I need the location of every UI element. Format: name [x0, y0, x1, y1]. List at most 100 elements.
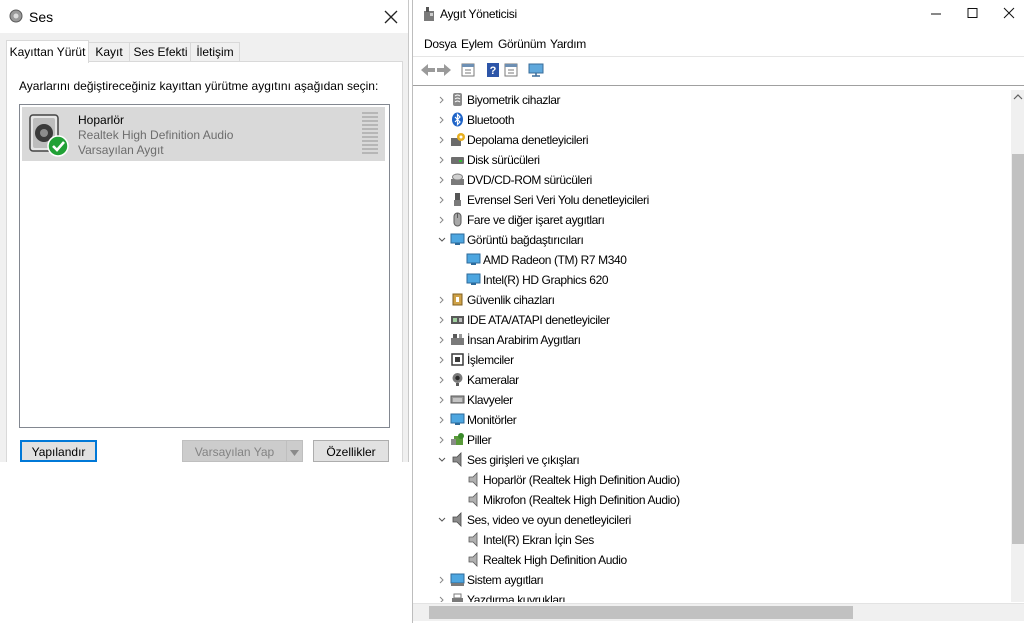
tree-device[interactable]: Realtek High Definition Audio	[413, 550, 1003, 570]
chevron-right-icon[interactable]	[437, 334, 447, 346]
horizontal-scroll-thumb[interactable]	[429, 606, 853, 619]
display-adapter-icon	[450, 233, 465, 245]
configure-button[interactable]: Yapılandır	[20, 440, 97, 462]
processor-icon	[451, 353, 464, 366]
playback-device-list[interactable]: Hoparlör Realtek High Definition Audio V…	[19, 104, 390, 428]
speaker-icon	[468, 472, 478, 487]
tree-category[interactable]: Sistem aygıtları	[413, 570, 1003, 590]
device-manager-title: Aygıt Yöneticisi	[440, 7, 517, 21]
chevron-down-icon[interactable]	[437, 514, 447, 526]
fingerprint-icon	[453, 93, 462, 106]
horizontal-scrollbar[interactable]	[413, 603, 1024, 621]
chevron-down-icon[interactable]	[437, 454, 447, 466]
tree-item-label: Depolama denetleyicileri	[467, 133, 589, 147]
tree-item-label: DVD/CD-ROM sürücüleri	[467, 173, 592, 187]
tree-item-label: İnsan Arabirim Aygıtları	[467, 333, 581, 347]
close-icon[interactable]	[380, 6, 402, 28]
chevron-right-icon[interactable]	[437, 174, 447, 186]
tree-category[interactable]: Biyometrik cihazlar	[413, 90, 1003, 110]
menu-action[interactable]: Eylem	[461, 37, 493, 51]
system-device-icon	[450, 573, 465, 586]
vertical-scroll-thumb[interactable]	[1012, 154, 1024, 544]
security-device-icon	[452, 293, 463, 306]
scroll-up-icon[interactable]	[1011, 90, 1024, 104]
device-item-speaker[interactable]: Hoparlör Realtek High Definition Audio V…	[22, 107, 385, 161]
tree-category[interactable]: İnsan Arabirim Aygıtları	[413, 330, 1003, 350]
chevron-right-icon[interactable]	[437, 574, 447, 586]
chevron-right-icon[interactable]	[437, 374, 447, 386]
maximize-icon[interactable]	[953, 0, 993, 30]
tab-recording[interactable]: Kayıt	[87, 42, 131, 62]
chevron-right-icon[interactable]	[437, 114, 447, 126]
chevron-right-icon[interactable]	[437, 94, 447, 106]
update-driver-icon[interactable]	[502, 61, 520, 79]
hid-icon	[451, 334, 464, 345]
tree-device[interactable]: Intel(R) HD Graphics 620	[413, 270, 1003, 290]
tree-category[interactable]: IDE ATA/ATAPI denetleyiciler	[413, 310, 1003, 330]
menu-view[interactable]: Görünüm	[498, 37, 546, 51]
tree-item-label: Intel(R) HD Graphics 620	[483, 273, 609, 287]
tree-device[interactable]: AMD Radeon (TM) R7 M340	[413, 250, 1003, 270]
set-default-button[interactable]: Varsayılan Yap	[182, 440, 286, 462]
tree-category[interactable]: Klavyeler	[413, 390, 1003, 410]
tree-item-label: Biyometrik cihazlar	[467, 93, 561, 107]
tab-label: Ses Efekti	[133, 45, 188, 59]
tree-item-label: Ses, video ve oyun denetleyicileri	[467, 513, 631, 527]
tree-device[interactable]: Mikrofon (Realtek High Definition Audio)	[413, 490, 1003, 510]
tree-item-label: Kameralar	[467, 373, 519, 387]
vertical-scrollbar[interactable]	[1011, 90, 1024, 602]
scan-hardware-icon[interactable]	[527, 61, 545, 79]
chevron-right-icon[interactable]	[437, 214, 447, 226]
tree-category[interactable]: DVD/CD-ROM sürücüleri	[413, 170, 1003, 190]
tree-item-label: Sistem aygıtları	[467, 573, 544, 587]
tree-category[interactable]: Güvenlik cihazları	[413, 290, 1003, 310]
tree-device[interactable]: Intel(R) Ekran İçin Ses	[413, 530, 1003, 550]
speaker-icon	[29, 114, 69, 157]
tree-category[interactable]: Yazdırma kuyrukları	[413, 590, 1003, 602]
device-tree[interactable]: Biyometrik cihazlar Bluetooth Depolama den…	[413, 90, 1011, 602]
chevron-right-icon[interactable]	[437, 134, 447, 146]
chevron-right-icon[interactable]	[437, 394, 447, 406]
tree-category[interactable]: Ses, video ve oyun denetleyicileri	[413, 510, 1003, 530]
chevron-right-icon[interactable]	[437, 154, 447, 166]
tab-communications[interactable]: İletişim	[190, 42, 240, 62]
tree-category[interactable]: Monitörler	[413, 410, 1003, 430]
tree-item-label: Hoparlör (Realtek High Definition Audio)	[483, 473, 680, 487]
tree-category[interactable]: Piller	[413, 430, 1003, 450]
volume-level-meter	[362, 112, 378, 154]
tree-category[interactable]: Fare ve diğer işaret aygıtları	[413, 210, 1003, 230]
chevron-right-icon[interactable]	[437, 194, 447, 206]
chevron-right-icon[interactable]	[437, 594, 447, 602]
tree-category[interactable]: Evrensel Seri Veri Yolu denetleyicileri	[413, 190, 1003, 210]
tree-category[interactable]: Disk sürücüleri	[413, 150, 1003, 170]
help-icon[interactable]: ?	[484, 61, 502, 79]
tab-sound-effects[interactable]: Ses Efekti	[129, 42, 192, 62]
chevron-right-icon[interactable]	[437, 414, 447, 426]
tree-device[interactable]: Hoparlör (Realtek High Definition Audio)	[413, 470, 1003, 490]
chevron-right-icon[interactable]	[437, 314, 447, 326]
chevron-down-icon[interactable]	[437, 234, 447, 246]
chevron-right-icon[interactable]	[437, 434, 447, 446]
tree-item-label: Ses girişleri ve çıkışları	[467, 453, 580, 467]
chevron-right-icon[interactable]	[437, 354, 447, 366]
forward-arrow-icon[interactable]	[435, 61, 453, 79]
tree-item-label: İşlemciler	[467, 353, 514, 367]
display-adapter-icon	[466, 253, 481, 265]
tree-category[interactable]: Bluetooth	[413, 110, 1003, 130]
set-default-dropdown[interactable]	[286, 440, 303, 462]
tree-item-label: Bluetooth	[467, 113, 515, 127]
tree-category[interactable]: Depolama denetleyicileri	[413, 130, 1003, 150]
tree-category[interactable]: Ses girişleri ve çıkışları	[413, 450, 1003, 470]
chevron-right-icon[interactable]	[437, 294, 447, 306]
tree-category[interactable]: Kameralar	[413, 370, 1003, 390]
tree-item-label: Yazdırma kuyrukları	[467, 593, 566, 602]
properties-button[interactable]: Özellikler	[313, 440, 389, 462]
tree-category[interactable]: Görüntü bağdaştırıcıları	[413, 230, 1003, 250]
minimize-icon[interactable]	[916, 0, 956, 30]
tab-playback[interactable]: Kayıttan Yürüt	[6, 40, 89, 63]
menu-help[interactable]: Yardım	[550, 37, 586, 51]
tree-category[interactable]: İşlemciler	[413, 350, 1003, 370]
menu-file[interactable]: Dosya	[424, 37, 457, 51]
close-icon[interactable]	[989, 0, 1024, 30]
properties-sheet-icon[interactable]	[459, 61, 477, 79]
